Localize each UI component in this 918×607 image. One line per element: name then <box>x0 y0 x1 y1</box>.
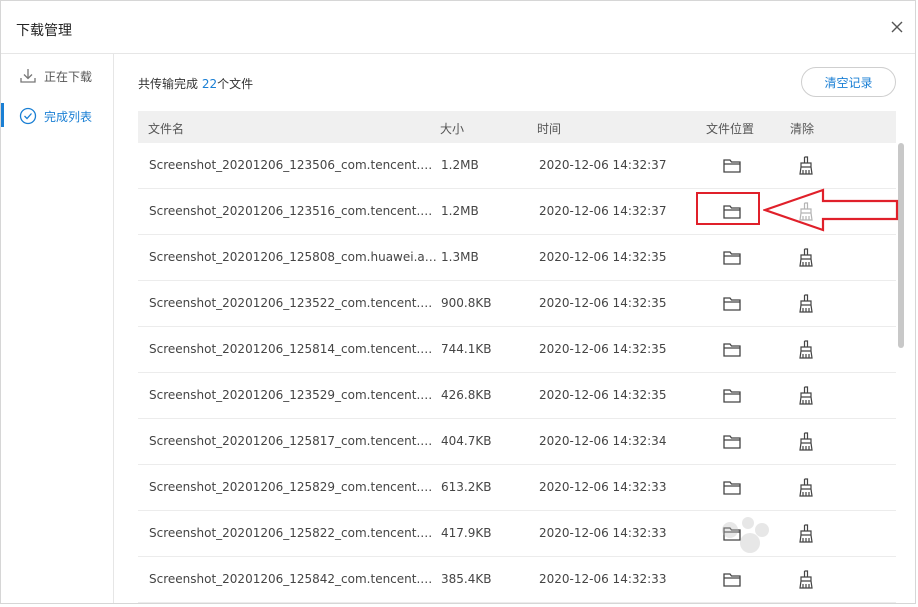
broom-icon[interactable] <box>798 386 814 405</box>
broom-icon[interactable] <box>798 478 814 497</box>
file-name: Screenshot_20201206_123522_com.tencent.m… <box>149 296 437 310</box>
table-row[interactable]: Screenshot_20201206_125808_com.huawei.an… <box>138 235 896 281</box>
file-name: Screenshot_20201206_123516_com.tencent.m… <box>149 204 437 218</box>
folder-icon[interactable] <box>723 433 741 449</box>
broom-icon[interactable] <box>798 294 814 313</box>
table-row[interactable]: Screenshot_20201206_123529_com.tencent.m… <box>138 373 896 419</box>
column-header-size: 大小 <box>440 122 465 136</box>
broom-icon[interactable] <box>798 156 814 175</box>
file-name: Screenshot_20201206_123506_com.tencent.m… <box>149 158 437 172</box>
folder-icon[interactable] <box>723 341 741 357</box>
file-name: Screenshot_20201206_125842_com.tencent.m… <box>149 572 437 586</box>
file-time: 2020-12-06 14:32:35 <box>539 388 667 402</box>
file-time: 2020-12-06 14:32:34 <box>539 434 667 448</box>
file-name: Screenshot_20201206_125814_com.tencent.m… <box>149 342 437 356</box>
file-name: Screenshot_20201206_125822_com.tencent.m… <box>149 526 437 540</box>
column-header-time: 时间 <box>537 122 562 136</box>
folder-icon[interactable] <box>723 479 741 495</box>
summary-count: 22 <box>201 77 218 91</box>
dialog-title: 下载管理 <box>16 23 72 39</box>
file-name: Screenshot_20201206_125829_com.tencent.m… <box>149 480 437 494</box>
download-icon <box>20 69 36 83</box>
title-bar: 下载管理 <box>1 1 915 54</box>
file-time: 2020-12-06 14:32:35 <box>539 250 667 264</box>
column-header-clear: 清除 <box>790 122 815 136</box>
file-time: 2020-12-06 14:32:35 <box>539 342 667 356</box>
summary-prefix: 共传输完成 <box>138 77 199 91</box>
clear-records-button[interactable]: 清空记录 <box>801 67 896 97</box>
file-time: 2020-12-06 14:32:33 <box>539 526 667 540</box>
broom-icon[interactable] <box>798 432 814 451</box>
file-size: 744.1KB <box>441 342 492 356</box>
file-time: 2020-12-06 14:32:33 <box>539 572 667 586</box>
file-size: 1.3MB <box>441 250 479 264</box>
broom-icon[interactable] <box>798 248 814 267</box>
close-icon[interactable] <box>889 19 905 35</box>
sidebar-item-label: 完成列表 <box>44 110 93 124</box>
column-header-name: 文件名 <box>148 122 185 136</box>
sidebar-item-completed[interactable]: 完成列表 <box>1 95 113 135</box>
file-name: Screenshot_20201206_125817_com.tencent.m… <box>149 434 437 448</box>
sidebar-item-label: 正在下载 <box>44 70 93 84</box>
file-size: 1.2MB <box>441 204 479 218</box>
watermark-logo <box>722 517 769 553</box>
table-row[interactable]: Screenshot_20201206_125814_com.tencent.m… <box>138 327 896 373</box>
transfer-summary: 共传输完成 22个文件 <box>138 75 253 92</box>
table-row[interactable]: Screenshot_20201206_123506_com.tencent.m… <box>138 143 896 189</box>
file-size: 417.9KB <box>441 526 492 540</box>
file-size: 900.8KB <box>441 296 492 310</box>
summary-suffix: 个文件 <box>217 77 254 91</box>
table-row[interactable]: Screenshot_20201206_125817_com.tencent.m… <box>138 419 896 465</box>
file-name: Screenshot_20201206_123529_com.tencent.m… <box>149 388 437 402</box>
file-time: 2020-12-06 14:32:33 <box>539 480 667 494</box>
file-size: 1.2MB <box>441 158 479 172</box>
file-time: 2020-12-06 14:32:37 <box>539 158 667 172</box>
column-header-location: 文件位置 <box>706 122 755 136</box>
folder-icon[interactable] <box>723 157 741 173</box>
file-size: 613.2KB <box>441 480 492 494</box>
check-circle-icon <box>19 107 37 125</box>
annotation-arrow-icon <box>763 188 899 232</box>
scrollbar-thumb[interactable] <box>898 143 904 348</box>
file-size: 426.8KB <box>441 388 492 402</box>
sidebar-item-downloading[interactable]: 正在下载 <box>1 55 113 95</box>
table-row[interactable]: Screenshot_20201206_123522_com.tencent.m… <box>138 281 896 327</box>
file-time: 2020-12-06 14:32:35 <box>539 296 667 310</box>
file-time: 2020-12-06 14:32:37 <box>539 204 667 218</box>
table-header: 文件名 大小 时间 文件位置 清除 <box>138 111 896 143</box>
file-name: Screenshot_20201206_125808_com.huawei.an… <box>149 250 437 264</box>
folder-icon[interactable] <box>723 295 741 311</box>
folder-icon[interactable] <box>723 249 741 265</box>
broom-icon[interactable] <box>798 340 814 359</box>
annotation-highlight-box <box>696 192 760 225</box>
file-size: 404.7KB <box>441 434 492 448</box>
sidebar: 正在下载 完成列表 <box>1 53 114 603</box>
folder-icon[interactable] <box>723 387 741 403</box>
file-size: 385.4KB <box>441 572 492 586</box>
